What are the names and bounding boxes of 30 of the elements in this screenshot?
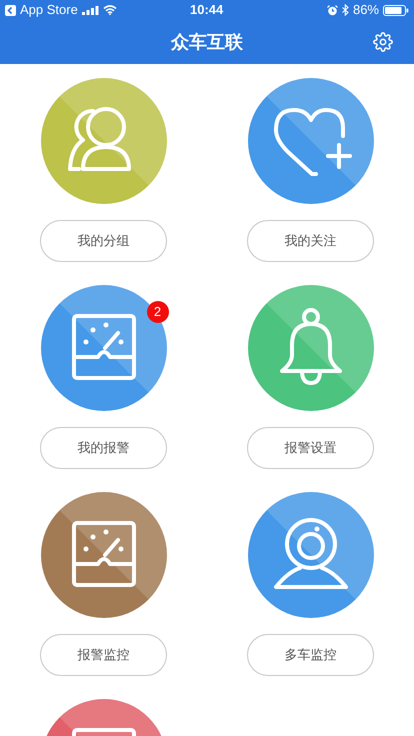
heart-plus-icon: [276, 110, 350, 174]
people-icon: [70, 109, 128, 169]
page-title: 众车互联: [171, 30, 243, 54]
bluetooth-icon: [342, 4, 349, 16]
status-time: 10:44: [190, 1, 224, 20]
gauge-icon: [74, 523, 134, 585]
feature-tile[interactable]: [40, 492, 166, 618]
settings-icon[interactable]: [373, 32, 393, 52]
wifi-icon: [102, 5, 117, 15]
alarm-icon: [326, 4, 338, 16]
back-icon[interactable]: [5, 4, 16, 16]
back-label[interactable]: App Store: [20, 0, 78, 20]
bell-icon: [282, 310, 340, 383]
menu-button[interactable]: 我的分组: [40, 220, 167, 262]
battery-icon: [383, 4, 409, 16]
menu-button[interactable]: 我的关注: [247, 220, 374, 262]
feature-tile[interactable]: [248, 492, 374, 618]
menu-button[interactable]: 报警监控: [40, 634, 167, 676]
menu-button[interactable]: 多车监控: [247, 634, 374, 676]
feature-tile[interactable]: [40, 78, 166, 204]
feature-tile[interactable]: [40, 285, 166, 411]
feature-tile[interactable]: [248, 78, 374, 204]
menu-button[interactable]: 我的报警: [40, 427, 167, 469]
gauge-icon: [74, 316, 134, 378]
webcam-icon: [276, 520, 346, 587]
feature-tile[interactable]: [248, 285, 374, 411]
battery-percent: 86%: [352, 1, 379, 20]
signal-icon: [82, 6, 99, 14]
notification-badge: 2: [146, 301, 168, 323]
menu-button[interactable]: 报警设置: [247, 427, 374, 469]
